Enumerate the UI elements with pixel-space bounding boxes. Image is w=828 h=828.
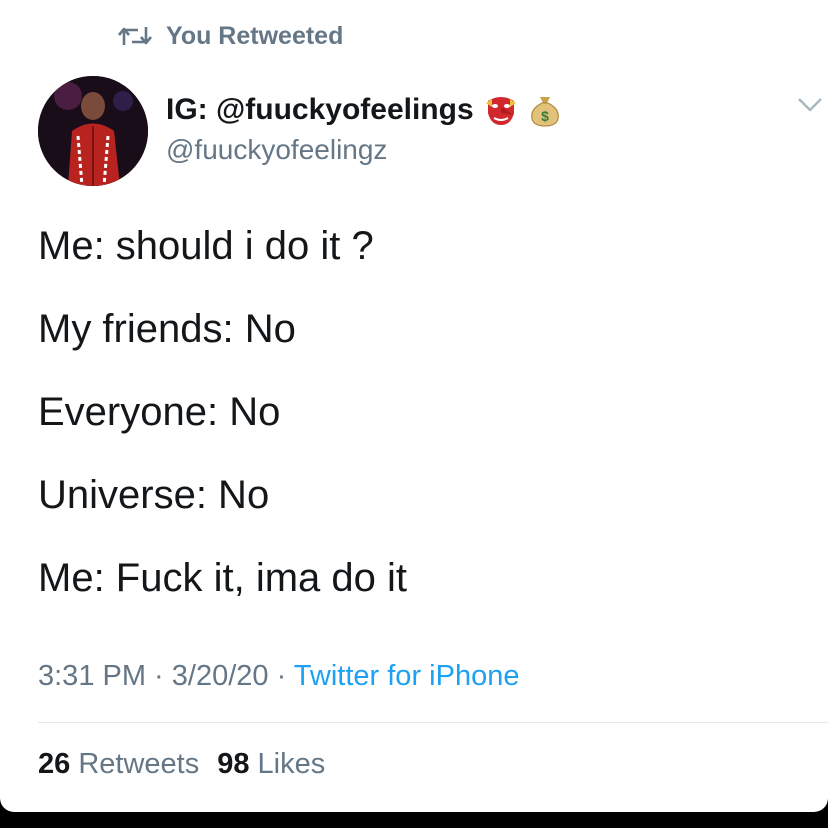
retweets-label: Retweets xyxy=(78,748,200,780)
author-display-name: IG: @fuuckyofeelings xyxy=(166,93,474,126)
svg-text:$: $ xyxy=(541,108,549,124)
goblin-mask-emoji-icon xyxy=(485,97,516,125)
retweets-stat[interactable]: 26 Retweets xyxy=(38,748,199,780)
avatar[interactable] xyxy=(38,76,148,186)
tweet-line: Everyone: No xyxy=(38,390,281,434)
tweet-stats: 26 Retweets 98 Likes xyxy=(38,748,325,781)
chevron-down-icon[interactable] xyxy=(796,96,824,114)
tweet-meta: 3:31 PM · 3/20/20 · Twitter for iPhone xyxy=(38,660,519,693)
money-bag-emoji-icon: $ xyxy=(530,97,559,127)
author-block[interactable]: IG: @fuuckyofeelings $ @fuuckyofeelingz xyxy=(166,90,562,166)
meta-separator: · xyxy=(146,660,172,692)
tweet-line: My friends: No xyxy=(38,307,296,351)
retweet-icon xyxy=(118,27,152,45)
meta-separator: · xyxy=(268,660,294,692)
tweet-source-link[interactable]: Twitter for iPhone xyxy=(294,660,520,692)
tweet-time: 3:31 PM xyxy=(38,660,146,692)
author-name-row: IG: @fuuckyofeelings $ xyxy=(166,90,562,130)
retweet-banner-text: You Retweeted xyxy=(166,21,344,50)
tweet-line: Me: Fuck it, ima do it xyxy=(38,556,407,600)
avatar-photo xyxy=(38,76,148,186)
likes-count: 98 xyxy=(217,748,250,780)
likes-stat[interactable]: 98 Likes xyxy=(217,748,325,780)
divider xyxy=(38,722,828,723)
tweet-line: Me: should i do it ? xyxy=(38,224,374,268)
tweet-date: 3/20/20 xyxy=(171,660,269,692)
retweets-count: 26 xyxy=(38,748,71,780)
likes-label: Likes xyxy=(257,748,326,780)
tweet-line: Universe: No xyxy=(38,473,270,517)
retweet-banner: You Retweeted xyxy=(118,20,343,52)
tweet-body: Me: should i do it ? My friends: No Ever… xyxy=(38,222,798,637)
author-handle: @fuuckyofeelingz xyxy=(166,134,388,165)
tweet-card: You Retweeted IG: @fuuckyofeelings $ @fu… xyxy=(0,0,828,812)
